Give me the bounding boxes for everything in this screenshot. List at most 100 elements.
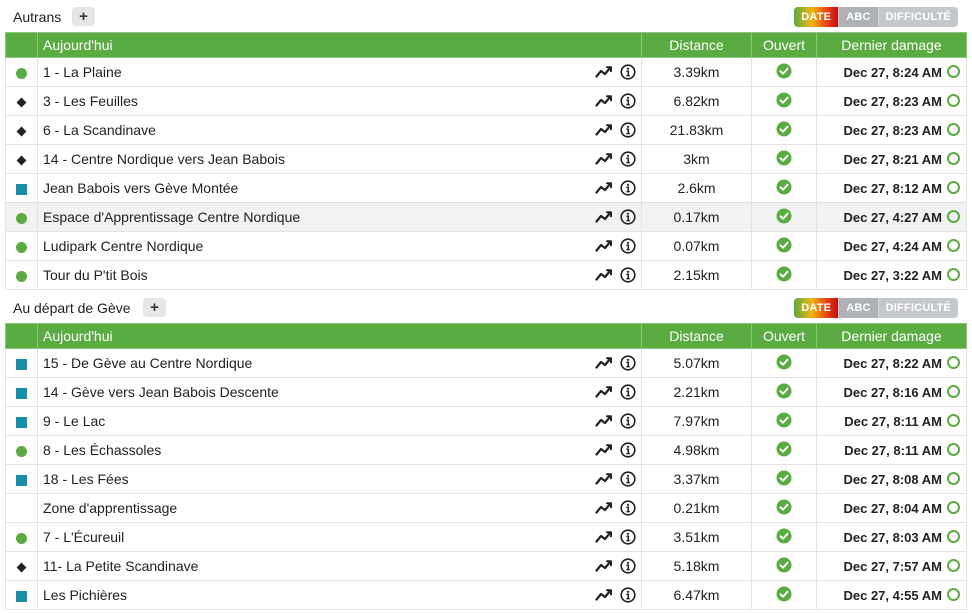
trail-name[interactable]: 18 - Les Fées — [43, 471, 129, 487]
trail-name[interactable]: Les Pichières — [43, 587, 127, 603]
open-header[interactable]: Ouvert — [751, 32, 817, 58]
elevation-chart-icon[interactable] — [595, 414, 614, 428]
info-icon[interactable] — [620, 529, 636, 545]
last-groomed-header[interactable]: Dernier damage — [816, 323, 967, 349]
table-row[interactable]: Ludipark Centre Nordique 0.07km Dec 27, 4:… — [5, 231, 967, 261]
table-row[interactable]: 18 - Les Fées 3.37km Dec 27, 8:08 AM — [5, 464, 967, 494]
trail-name[interactable]: 15 - De Gève au Centre Nordique — [43, 355, 252, 371]
expand-button[interactable]: + — [143, 298, 166, 317]
trail-name[interactable]: 7 - L'Écureuil — [43, 529, 124, 545]
last-groomed-header[interactable]: Dernier damage — [816, 32, 967, 58]
distance-header[interactable]: Distance — [641, 323, 752, 349]
info-icon[interactable] — [620, 267, 636, 283]
table-row[interactable]: 8 - Les Échassoles 4.98km Dec 27, 8:11 AM — [5, 435, 967, 465]
open-check-icon — [776, 179, 792, 198]
trail-name[interactable]: 8 - Les Échassoles — [43, 442, 161, 458]
intermediate-square-icon — [16, 387, 27, 399]
table-row[interactable]: 11- La Petite Scandinave 5.18km Dec 27, 7:… — [5, 551, 967, 581]
trail-actions — [595, 499, 636, 517]
distance-header[interactable]: Distance — [641, 32, 752, 58]
elevation-chart-icon[interactable] — [595, 152, 614, 166]
info-icon[interactable] — [620, 64, 636, 80]
trail-name[interactable]: 1 - La Plaine — [43, 64, 122, 80]
last-groomed-cell: Dec 27, 4:27 AM — [816, 202, 967, 232]
elevation-chart-icon[interactable] — [595, 588, 614, 602]
recent-grooming-ring-icon — [947, 268, 960, 282]
elevation-chart-icon[interactable] — [595, 181, 614, 195]
today-header[interactable]: Aujourd'hui — [37, 323, 642, 349]
table-row[interactable]: Jean Babois vers Gève Montée 2.6km Dec 27,… — [5, 173, 967, 203]
elevation-chart-icon[interactable] — [595, 559, 614, 573]
elevation-chart-icon[interactable] — [595, 65, 614, 79]
elevation-chart-icon[interactable] — [595, 94, 614, 108]
table-row[interactable]: Zone d'apprentissage 0.21km Dec 27, 8:04 A… — [5, 493, 967, 523]
table-row[interactable]: Les Pichières 6.47km Dec 27, 4:55 AM — [5, 580, 967, 610]
trail-name[interactable]: Tour du P'tit Bois — [43, 267, 148, 283]
table-row[interactable]: Espace d'Apprentissage Centre Nordique 0.… — [5, 202, 967, 232]
table-row[interactable]: 6 - La Scandinave 21.83km Dec 27, 8:23 AM — [5, 115, 967, 145]
today-header[interactable]: Aujourd'hui — [37, 32, 642, 58]
elevation-chart-icon[interactable] — [595, 268, 614, 282]
open-status-cell — [751, 86, 817, 116]
sort-by-date-button[interactable]: DATE — [794, 7, 839, 27]
table-row[interactable]: 15 - De Gève au Centre Nordique 5.07km Dec… — [5, 348, 967, 378]
recent-grooming-ring-icon — [947, 123, 960, 137]
recent-grooming-ring-icon — [947, 559, 960, 573]
elevation-chart-icon[interactable] — [595, 210, 614, 224]
sort-alphabetical-button[interactable]: ABC — [838, 7, 878, 27]
trail-name[interactable]: 11- La Petite Scandinave — [43, 558, 198, 574]
distance-cell: 21.83km — [641, 115, 752, 145]
elevation-chart-icon[interactable] — [595, 356, 614, 370]
trail-name-cell: 7 - L'Écureuil — [37, 522, 642, 552]
sort-by-date-button[interactable]: DATE — [794, 298, 839, 318]
elevation-chart-icon[interactable] — [595, 123, 614, 137]
table-row[interactable]: 14 - Centre Nordique vers Jean Babois 3km… — [5, 144, 967, 174]
trail-name[interactable]: 9 - Le Lac — [43, 413, 105, 429]
table-row[interactable]: Tour du P'tit Bois 2.15km Dec 27, 3:22 AM — [5, 260, 967, 290]
elevation-chart-icon[interactable] — [595, 385, 614, 399]
trail-name[interactable]: Zone d'apprentissage — [43, 500, 177, 516]
table-row[interactable]: 14 - Gève vers Jean Babois Descente 2.21k… — [5, 377, 967, 407]
sort-by-difficulty-button[interactable]: DIFFICULTÉ — [877, 7, 958, 27]
elevation-chart-icon[interactable] — [595, 472, 614, 486]
trail-name[interactable]: 6 - La Scandinave — [43, 122, 156, 138]
open-status-cell — [751, 57, 817, 87]
trail-name[interactable]: 14 - Centre Nordique vers Jean Babois — [43, 151, 285, 167]
info-icon[interactable] — [620, 500, 636, 516]
trail-name[interactable]: Espace d'Apprentissage Centre Nordique — [43, 209, 300, 225]
info-icon[interactable] — [620, 587, 636, 603]
trail-name-cell: 18 - Les Fées — [37, 464, 642, 494]
trail-name[interactable]: Ludipark Centre Nordique — [43, 238, 203, 254]
elevation-chart-icon[interactable] — [595, 239, 614, 253]
trail-name[interactable]: 3 - Les Feuilles — [43, 93, 138, 109]
table-row[interactable]: 9 - Le Lac 7.97km Dec 27, 8:11 AM — [5, 406, 967, 436]
sort-alphabetical-button[interactable]: ABC — [838, 298, 878, 318]
info-icon[interactable] — [620, 209, 636, 225]
open-status-cell — [751, 377, 817, 407]
info-icon[interactable] — [620, 442, 636, 458]
table-row[interactable]: 7 - L'Écureuil 3.51km Dec 27, 8:03 AM — [5, 522, 967, 552]
info-icon[interactable] — [620, 471, 636, 487]
info-icon[interactable] — [620, 238, 636, 254]
easy-circle-icon — [16, 270, 27, 282]
info-icon[interactable] — [620, 413, 636, 429]
info-icon[interactable] — [620, 180, 636, 196]
info-icon[interactable] — [620, 355, 636, 371]
info-icon[interactable] — [620, 122, 636, 138]
info-icon[interactable] — [620, 151, 636, 167]
table-row[interactable]: 1 - La Plaine 3.39km Dec 27, 8:24 AM — [5, 57, 967, 87]
sort-by-difficulty-button[interactable]: DIFFICULTÉ — [877, 298, 958, 318]
elevation-chart-icon[interactable] — [595, 501, 614, 515]
elevation-chart-icon[interactable] — [595, 530, 614, 544]
last-groomed-cell: Dec 27, 8:21 AM — [816, 144, 967, 174]
info-icon[interactable] — [620, 558, 636, 574]
recent-grooming-ring-icon — [947, 65, 960, 79]
table-row[interactable]: 3 - Les Feuilles 6.82km Dec 27, 8:23 AM — [5, 86, 967, 116]
trail-name[interactable]: Jean Babois vers Gève Montée — [43, 180, 238, 196]
info-icon[interactable] — [620, 93, 636, 109]
info-icon[interactable] — [620, 384, 636, 400]
open-header[interactable]: Ouvert — [751, 323, 817, 349]
elevation-chart-icon[interactable] — [595, 443, 614, 457]
trail-name[interactable]: 14 - Gève vers Jean Babois Descente — [43, 384, 279, 400]
expand-button[interactable]: + — [72, 7, 95, 26]
